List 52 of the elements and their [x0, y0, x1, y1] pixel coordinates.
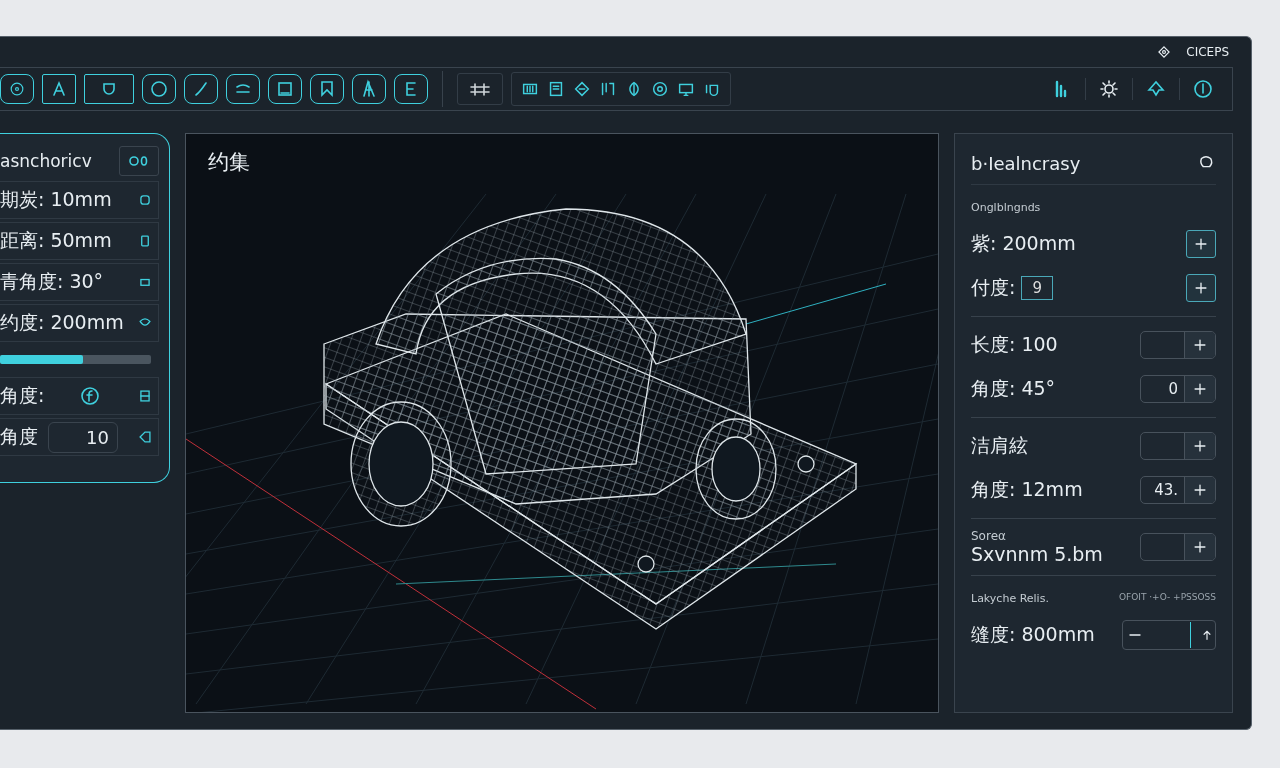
stepper-field[interactable]	[1140, 331, 1216, 359]
stepper-field[interactable]	[1140, 432, 1216, 460]
parameter-label: 距离: 50mm	[0, 228, 112, 253]
tool-button[interactable]	[184, 74, 218, 104]
tool-button[interactable]	[268, 74, 302, 104]
panel-title: asnchoricv	[0, 151, 92, 171]
stepper-field[interactable]: 0	[1140, 375, 1216, 403]
tool-button[interactable]	[352, 74, 386, 104]
tool-button[interactable]	[310, 74, 344, 104]
parameter-label: 约度: 200mm	[0, 310, 124, 335]
shield-tool-button[interactable]	[84, 74, 134, 104]
parameter-label: 洁肩絃	[971, 434, 1028, 456]
app-name: CICEPS	[1186, 45, 1229, 59]
section-heading: Onglblngnds	[971, 201, 1041, 214]
slider[interactable]	[0, 355, 151, 364]
parameter-label: 紫: 200mm	[971, 232, 1076, 254]
text-tool-button[interactable]	[42, 74, 76, 104]
target-icon	[650, 79, 670, 99]
add-button[interactable]	[1186, 230, 1216, 258]
value-field[interactable]: 9	[1021, 276, 1053, 300]
tool-button[interactable]	[226, 74, 260, 104]
parameter-label: 角度	[0, 424, 38, 449]
parameter-label: 角度: 12mm	[971, 478, 1083, 500]
tool-button[interactable]	[142, 74, 176, 104]
diamond-icon	[572, 79, 592, 99]
viewport-title: 约集	[208, 149, 250, 176]
snap-icon	[9, 81, 25, 97]
view-toggle[interactable]	[119, 146, 159, 176]
stepper-field[interactable]	[1140, 533, 1216, 561]
info-icon	[1192, 78, 1214, 100]
parameter-label: 青角度: 30°	[0, 269, 104, 294]
parameter-label: 长度: 100	[971, 333, 1058, 355]
range-stepper[interactable]	[1122, 620, 1216, 650]
parameter-label: 付度:	[971, 275, 1016, 300]
value-field[interactable]: 10	[48, 421, 118, 453]
function-icon	[79, 385, 102, 407]
snap-tool-button[interactable]	[0, 74, 34, 104]
parameter-label: Sxvnnm 5.bm	[971, 543, 1103, 565]
stepper-field[interactable]: 43.	[1140, 476, 1216, 504]
add-button[interactable]	[1186, 274, 1216, 302]
diamond-badge-icon	[1156, 44, 1173, 60]
circle-icon	[148, 78, 170, 100]
parameter-label: 角度:	[0, 383, 45, 408]
tool-button[interactable]	[394, 74, 428, 104]
parameter-label: 期炭: 10mm	[0, 187, 112, 212]
parameter-label: 角度: 45°	[971, 377, 1056, 399]
panel-title: b·Iealncrasy	[971, 152, 1081, 174]
section-heading: Lakyche Relis.	[971, 592, 1049, 605]
parameter-label: 缝度: 800mm	[971, 623, 1095, 645]
parameter-caption: Soreα	[971, 529, 1007, 543]
section-note: OFOIT ·+O- +PSSOSS	[1118, 592, 1216, 604]
sun-icon	[1098, 78, 1120, 100]
